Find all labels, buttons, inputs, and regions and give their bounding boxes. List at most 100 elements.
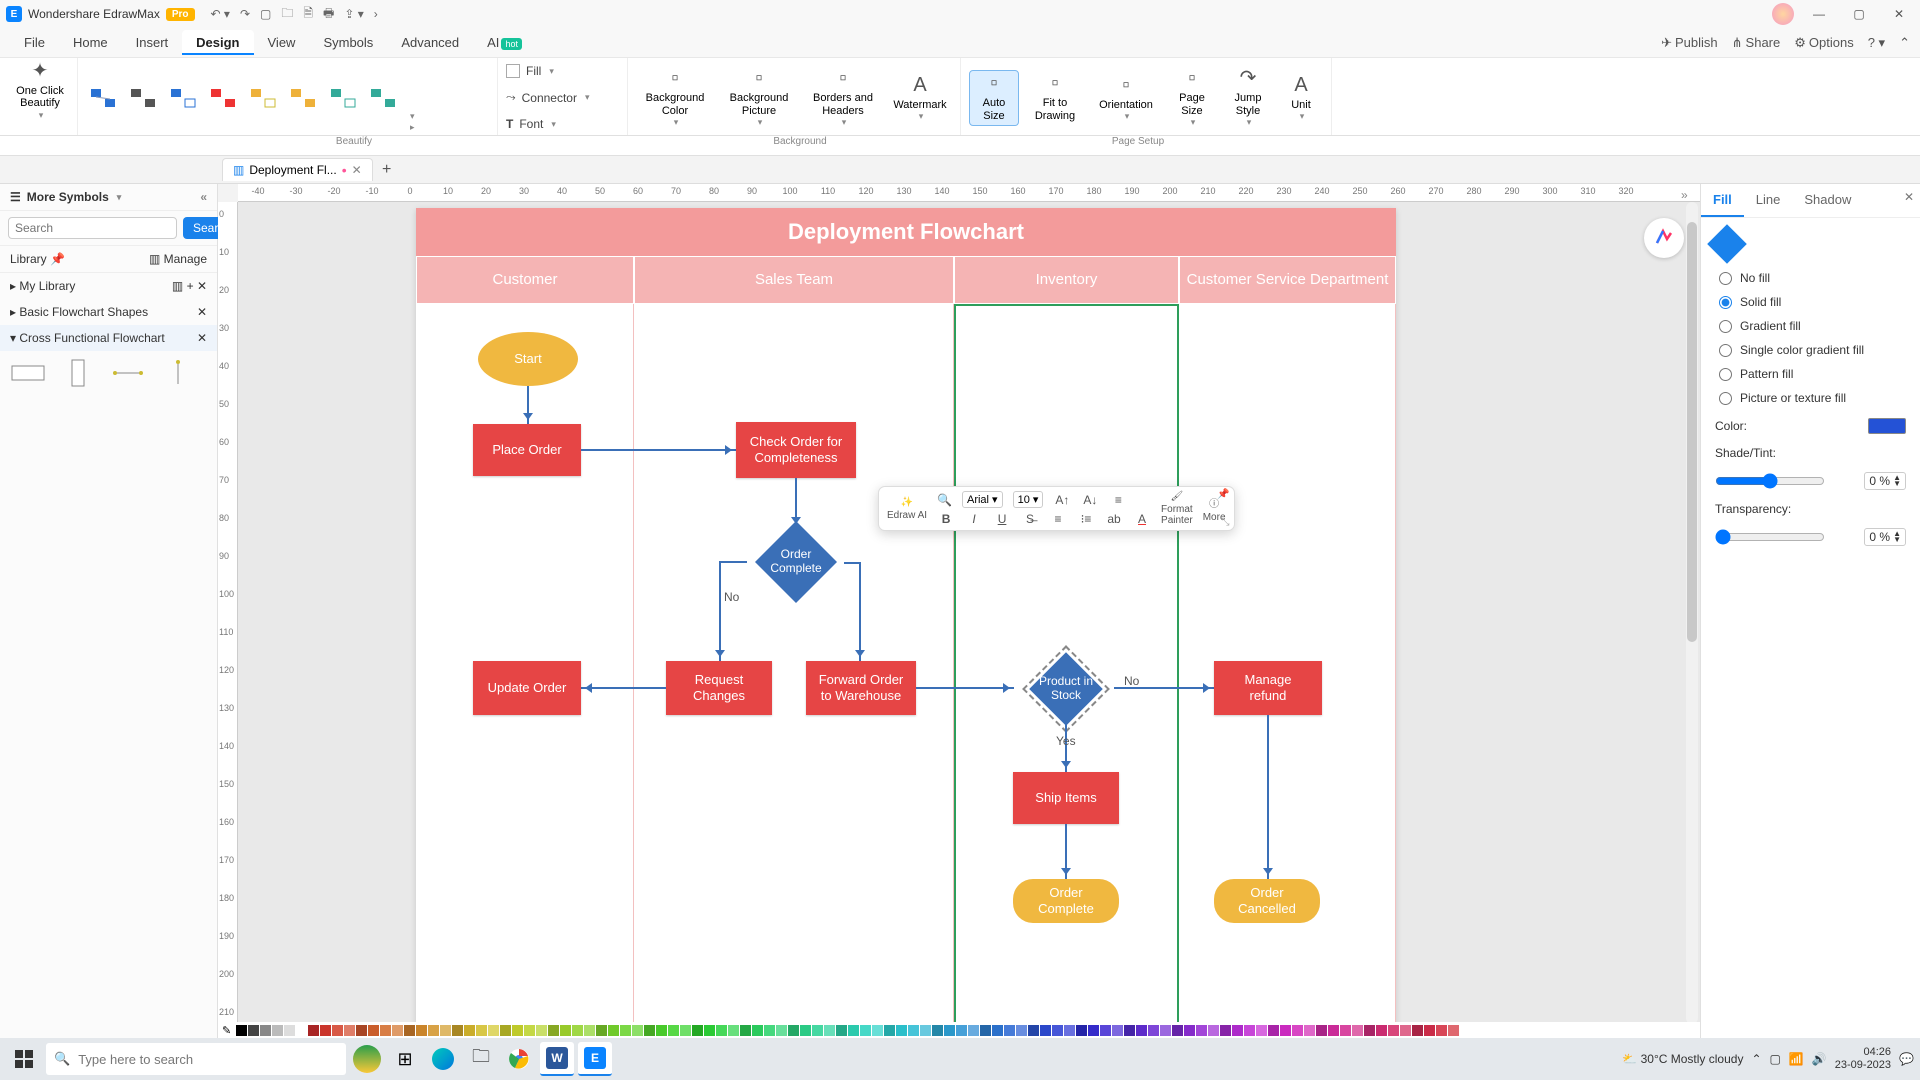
font-button[interactable]: TFont▾: [506, 117, 619, 131]
theme-6[interactable]: [286, 81, 320, 115]
resize-icon[interactable]: ⤡: [1222, 517, 1230, 528]
color-swatch[interactable]: [1016, 1025, 1027, 1036]
edge-icon[interactable]: [426, 1042, 460, 1076]
color-swatch[interactable]: [1364, 1025, 1375, 1036]
color-swatch[interactable]: [1052, 1025, 1063, 1036]
color-swatch[interactable]: [512, 1025, 523, 1036]
color-swatch[interactable]: [1136, 1025, 1147, 1036]
undo-icon[interactable]: ↶ ▾: [211, 7, 230, 21]
volume-icon[interactable]: 🔊: [1812, 1052, 1827, 1066]
tab-line[interactable]: Line: [1744, 184, 1793, 217]
options-button[interactable]: ⚙ Options: [1794, 35, 1853, 51]
collapse-panel-icon[interactable]: «: [200, 190, 207, 204]
tab-fill[interactable]: Fill: [1701, 184, 1744, 217]
color-swatch[interactable]: [704, 1025, 715, 1036]
color-swatch[interactable]: [1088, 1025, 1099, 1036]
color-swatch[interactable]: [404, 1025, 415, 1036]
start-button[interactable]: [6, 1041, 42, 1077]
section-close-icon[interactable]: ✕: [197, 331, 207, 345]
taskbar-search[interactable]: 🔍Type here to search: [46, 1043, 346, 1075]
gradientfill-radio[interactable]: [1719, 320, 1732, 333]
solidfill-radio[interactable]: [1719, 296, 1732, 309]
theme-more-icon[interactable]: ▾▸: [410, 111, 415, 133]
close-panel-icon[interactable]: ✕: [1904, 190, 1914, 204]
color-swatch[interactable]: [692, 1025, 703, 1036]
color-swatch[interactable]: [1244, 1025, 1255, 1036]
cross-func-section[interactable]: ▾ Cross Functional Flowchart: [10, 331, 165, 345]
fit-drawing-button[interactable]: ▫Fit to Drawing: [1025, 70, 1085, 126]
bg-color-button[interactable]: ▫Background Color▾: [636, 70, 714, 126]
update-order-shape[interactable]: Update Order: [473, 661, 581, 715]
color-swatch[interactable]: [1868, 418, 1906, 434]
color-swatch[interactable]: [1064, 1025, 1075, 1036]
color-swatch[interactable]: [1196, 1025, 1207, 1036]
lib-edit-icon[interactable]: ▥: [172, 279, 183, 293]
color-swatch[interactable]: [932, 1025, 943, 1036]
color-swatch[interactable]: [1124, 1025, 1135, 1036]
color-swatch[interactable]: [440, 1025, 451, 1036]
order-complete-decision[interactable]: Order Complete: [746, 526, 846, 598]
color-swatch[interactable]: [944, 1025, 955, 1036]
publish-button[interactable]: ✈ Publish: [1661, 35, 1718, 51]
color-swatch[interactable]: [1148, 1025, 1159, 1036]
color-swatch[interactable]: [1220, 1025, 1231, 1036]
open-icon[interactable]: 🗀: [281, 4, 293, 25]
mylibrary-item[interactable]: ▸ My Library: [10, 279, 75, 293]
menu-file[interactable]: File: [10, 30, 59, 55]
color-swatch[interactable]: [320, 1025, 331, 1036]
expand-panel-icon[interactable]: »: [1681, 188, 1688, 202]
color-swatch[interactable]: [452, 1025, 463, 1036]
bold-icon[interactable]: B: [937, 512, 955, 526]
page-size-button[interactable]: ▫Page Size▾: [1167, 70, 1217, 126]
orientation-button[interactable]: ▫Orientation▾: [1091, 70, 1161, 126]
basic-shapes-section[interactable]: ▸ Basic Flowchart Shapes: [10, 305, 148, 319]
italic-icon[interactable]: I: [965, 512, 983, 526]
color-swatch[interactable]: [308, 1025, 319, 1036]
color-swatch[interactable]: [272, 1025, 283, 1036]
menu-view[interactable]: View: [254, 30, 310, 55]
list-num-icon[interactable]: ≡: [1049, 512, 1067, 526]
underline-icon[interactable]: U: [993, 512, 1011, 526]
color-swatch[interactable]: [656, 1025, 667, 1036]
color-swatch[interactable]: [236, 1025, 247, 1036]
color-swatch[interactable]: [560, 1025, 571, 1036]
color-swatch[interactable]: [716, 1025, 727, 1036]
patternfill-radio[interactable]: [1719, 368, 1732, 381]
theme-8[interactable]: [366, 81, 400, 115]
canvas[interactable]: -40-30-20-100102030405060708090100110120…: [218, 184, 1700, 1038]
watermark-button[interactable]: AWatermark▾: [888, 70, 952, 126]
manage-refund-shape[interactable]: Manage refund: [1214, 661, 1322, 715]
color-swatch[interactable]: [380, 1025, 391, 1036]
menu-advanced[interactable]: Advanced: [387, 30, 473, 55]
color-swatch[interactable]: [428, 1025, 439, 1036]
forward-order-shape[interactable]: Forward Order to Warehouse: [806, 661, 916, 715]
search-icon[interactable]: 🔍: [937, 493, 952, 507]
order-cancelled-terminal[interactable]: Order Cancelled: [1214, 879, 1320, 923]
color-swatch[interactable]: [488, 1025, 499, 1036]
color-swatch[interactable]: [896, 1025, 907, 1036]
place-order-shape[interactable]: Place Order: [473, 424, 581, 476]
color-swatch[interactable]: [1436, 1025, 1447, 1036]
maximize-icon[interactable]: ▢: [1844, 7, 1874, 21]
tab-shadow[interactable]: Shadow: [1792, 184, 1863, 217]
help-icon[interactable]: ? ▾: [1868, 35, 1885, 51]
color-swatch[interactable]: [1172, 1025, 1183, 1036]
color-swatch[interactable]: [1388, 1025, 1399, 1036]
color-swatch[interactable]: [1112, 1025, 1123, 1036]
color-swatch[interactable]: [956, 1025, 967, 1036]
menu-design[interactable]: Design: [182, 30, 253, 55]
theme-1[interactable]: [86, 81, 120, 115]
color-swatch[interactable]: [884, 1025, 895, 1036]
print-icon[interactable]: 🖶: [323, 4, 334, 25]
order-complete-terminal[interactable]: Order Complete: [1013, 879, 1119, 923]
color-swatch[interactable]: [1316, 1025, 1327, 1036]
color-swatch[interactable]: [632, 1025, 643, 1036]
color-swatch[interactable]: [524, 1025, 535, 1036]
theme-5[interactable]: [246, 81, 280, 115]
doc-tab[interactable]: ▥ Deployment Fl... • ✕: [222, 158, 373, 181]
color-swatch[interactable]: [1100, 1025, 1111, 1036]
taskview-icon[interactable]: ⊞: [388, 1042, 422, 1076]
color-swatch[interactable]: [1280, 1025, 1291, 1036]
color-swatch[interactable]: [740, 1025, 751, 1036]
collapse-ribbon-icon[interactable]: ⌃: [1899, 35, 1910, 51]
